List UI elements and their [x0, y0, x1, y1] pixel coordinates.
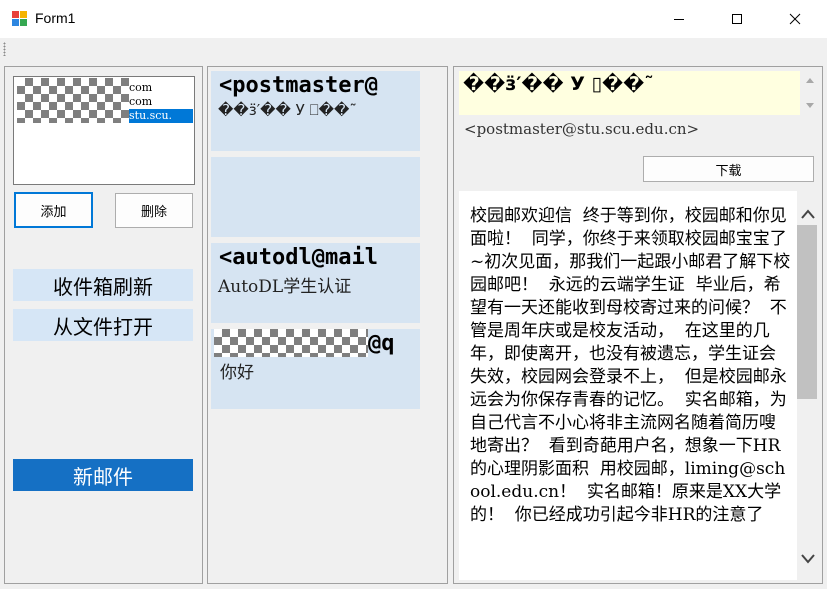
mail-item[interactable]: @q 你好 — [211, 329, 420, 409]
mail-sender: <postmaster@stu.scu.edu.cn> — [464, 120, 700, 138]
mail-subject: ��ӟ′�� У ▯��˜ — [463, 73, 654, 95]
mail-item-sender: <autodl@mail — [219, 245, 378, 270]
mail-item-subject: 你好 — [220, 363, 254, 383]
mail-item[interactable]: <postmaster@ ��ӟ′�� У ⎕��˜ — [211, 71, 420, 151]
download-button[interactable]: 下载 — [643, 156, 814, 182]
minimize-button[interactable] — [650, 0, 708, 38]
body-scroll-thumb[interactable] — [797, 225, 817, 399]
window-title: Form1 — [35, 10, 76, 26]
account-item-3-selected[interactable]: stu.scu. — [129, 109, 193, 123]
account-item-2[interactable]: com — [129, 95, 152, 109]
subject-scroll-arrows — [806, 78, 814, 108]
close-button[interactable] — [766, 0, 824, 38]
account-avatar-placeholder — [17, 78, 129, 123]
app-icon — [12, 11, 28, 27]
account-item-1[interactable]: com — [129, 81, 152, 95]
title-bar: Form1 — [0, 0, 827, 38]
mail-item-subject: ��ӟ′�� У ⎕��˜ — [218, 101, 357, 119]
delete-button[interactable]: 删除 — [115, 193, 193, 228]
mail-item-subject: AutoDL学生认证 — [218, 277, 352, 297]
close-icon — [789, 13, 801, 25]
new-mail-button[interactable]: 新邮件 — [13, 459, 193, 491]
mail-item-sender: @q — [368, 331, 395, 356]
account-listbox[interactable]: com com stu.scu. — [13, 76, 195, 185]
subject-textbox[interactable]: ��ӟ′�� У ▯��˜ — [459, 71, 820, 115]
sender-avatar-placeholder — [214, 329, 368, 357]
mail-item[interactable] — [211, 157, 420, 237]
subject-scrollbar[interactable] — [800, 71, 820, 115]
toolstrip-grip[interactable] — [3, 42, 6, 56]
mail-body: 校园邮欢迎信 终于等到你，校园邮和你见面啦！ 同学，你终于来领取校园邮宝宝了~初… — [470, 206, 791, 525]
minimize-icon — [674, 19, 684, 20]
refresh-inbox-button[interactable]: 收件箱刷新 — [13, 269, 193, 301]
mail-body-textbox[interactable]: 校园邮欢迎信 终于等到你，校园邮和你见面啦！ 同学，你终于来领取校园邮宝宝了~初… — [459, 191, 820, 580]
toolstrip — [0, 38, 827, 60]
mail-item[interactable]: <autodl@mail AutoDL学生认证 — [211, 243, 420, 323]
add-button[interactable]: 添加 — [14, 192, 93, 228]
maximize-button[interactable] — [708, 0, 766, 38]
mail-item-sender: <postmaster@ — [219, 73, 378, 98]
maximize-icon — [732, 14, 742, 24]
open-from-file-button[interactable]: 从文件打开 — [13, 309, 193, 341]
